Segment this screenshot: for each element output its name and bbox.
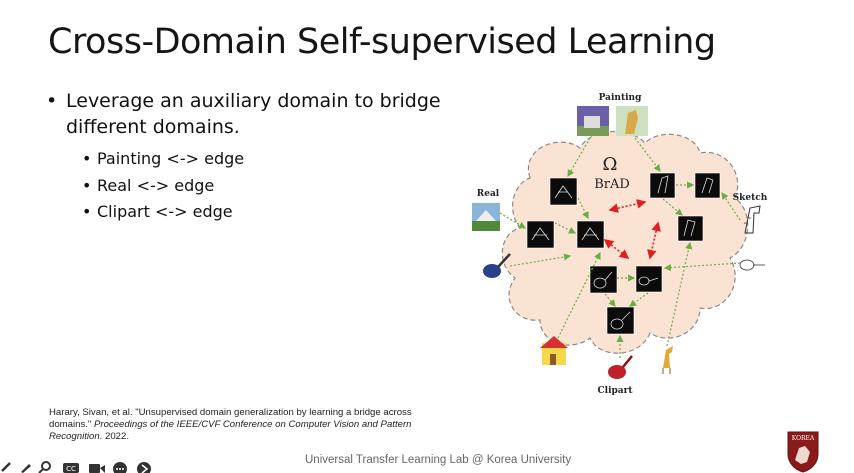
painting-house-image	[577, 106, 609, 136]
label-real: Real	[477, 189, 500, 199]
clipart-guitar-image	[608, 355, 633, 379]
korea-university-logo: KOREA	[787, 431, 819, 473]
sub-bullet: • Clipart <-> edge	[82, 199, 466, 226]
player-controls: CC	[0, 460, 160, 473]
citation-year: . 2022.	[99, 431, 130, 442]
pencil-icon[interactable]	[0, 460, 12, 473]
sub-bullet-text: Clipart <-> edge	[97, 202, 233, 221]
sketch-guitar-image	[739, 259, 765, 271]
bullet-main-text: Leverage an auxiliary domain to bridge d…	[66, 90, 441, 138]
sub-bullet-text: Real <-> edge	[97, 175, 215, 195]
pencil-icon[interactable]	[18, 460, 32, 473]
sub-bullet-text: Painting <-> edge	[97, 149, 245, 168]
brad-label: BrAD	[594, 177, 630, 192]
sub-bullet: • Painting <-> edge	[82, 146, 466, 173]
footer-text: Universal Transfer Learning Lab @ Korea …	[305, 454, 572, 466]
sub-bullet: • Real <-> edge	[82, 173, 466, 200]
bullet-dot: •	[46, 90, 58, 112]
label-painting: Painting	[599, 93, 642, 103]
search-icon[interactable]	[38, 460, 52, 473]
clipart-giraffe-image	[662, 346, 673, 374]
omega-symbol: Ω	[603, 154, 618, 175]
captions-icon[interactable]: CC	[62, 460, 80, 473]
svg-text:CC: CC	[66, 465, 76, 473]
label-sketch: Sketch	[733, 193, 768, 203]
sub-bullet-list: • Painting <-> edge • Real <-> edge • Clipa…	[82, 146, 466, 226]
slide-title: Cross-Domain Self-supervised Learning	[48, 22, 716, 62]
camera-icon[interactable]	[88, 460, 106, 473]
citation: Harary, Sivan, et al. "Unsupervised doma…	[49, 407, 449, 443]
brad-diagram: Painting Real Sketch Clipart Ω BrAD	[472, 93, 768, 396]
more-icon[interactable]	[112, 460, 128, 473]
real-house-image	[472, 203, 500, 231]
bullet-main: • Leverage an auxiliary domain to bridge…	[46, 88, 466, 140]
logo-text: KOREA	[792, 435, 815, 442]
next-icon[interactable]	[136, 460, 152, 473]
bullet-list: • Leverage an auxiliary domain to bridge…	[46, 88, 466, 226]
painting-giraffe-image	[616, 106, 648, 136]
label-clipart: Clipart	[597, 386, 633, 396]
